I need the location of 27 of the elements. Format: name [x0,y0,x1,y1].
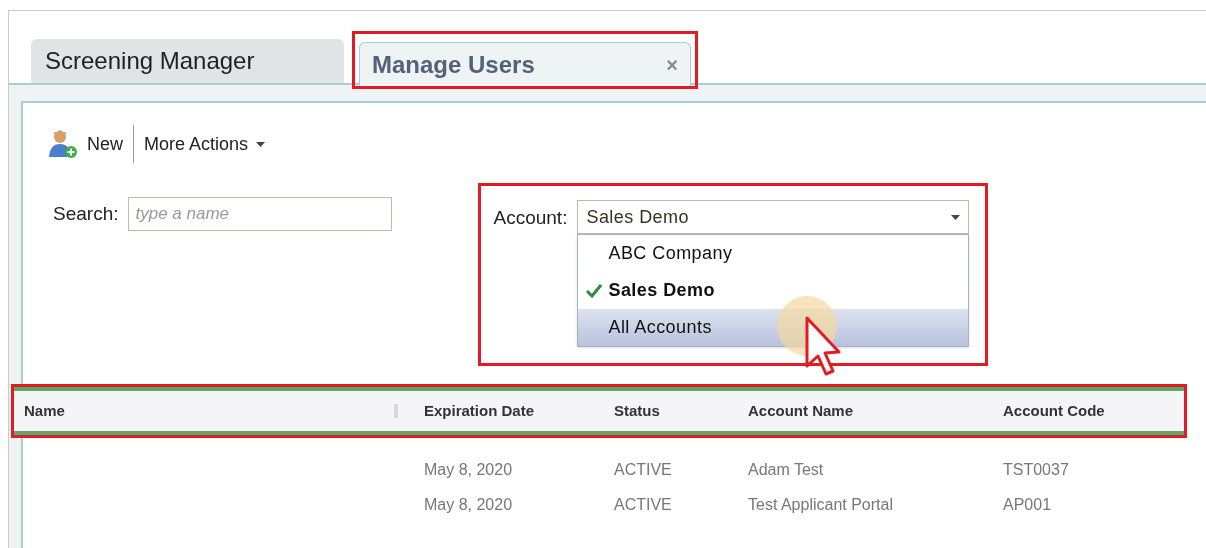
search-field[interactable]: type a name [128,197,393,231]
caret-icon [256,141,266,147]
column-header[interactable]: Expiration Date [424,399,614,423]
dropdown-option[interactable]: Sales Demo [578,272,969,309]
table-cell-text: Test Applicant Portal [748,494,894,515]
table-cell-text: May 8, 2020 [424,494,514,515]
column-header[interactable]: Account Code [1003,399,1184,423]
column-header[interactable]: Status [614,399,748,423]
column-header[interactable]: Account Name [748,399,1003,423]
table-cell-text: ACTIVE [614,494,673,515]
column-header[interactable]: Name [24,399,394,423]
account-label: Account: [493,206,568,230]
tab[interactable]: Screening Manager [31,39,344,83]
user-add-icon [47,129,79,159]
more-actions-button[interactable]: More Actions [144,130,266,158]
search-label: Search: [53,201,119,226]
table-cell-text: AP001 [1003,494,1053,515]
table-cell-text: TST0037 [1003,459,1070,480]
dropdown-option[interactable]: ABC Company [578,235,969,272]
table-cell-text: Adam Test [748,459,825,480]
caret-icon [951,214,961,220]
tab[interactable]: Manage Users × [359,42,691,86]
new-user-button[interactable]: New [47,129,123,159]
table-cell-text: May 8, 2020 [424,459,514,480]
table-cell-text: ACTIVE [614,459,673,480]
account-dropdown[interactable]: Sales Demo [577,200,970,234]
check-icon [586,283,603,298]
